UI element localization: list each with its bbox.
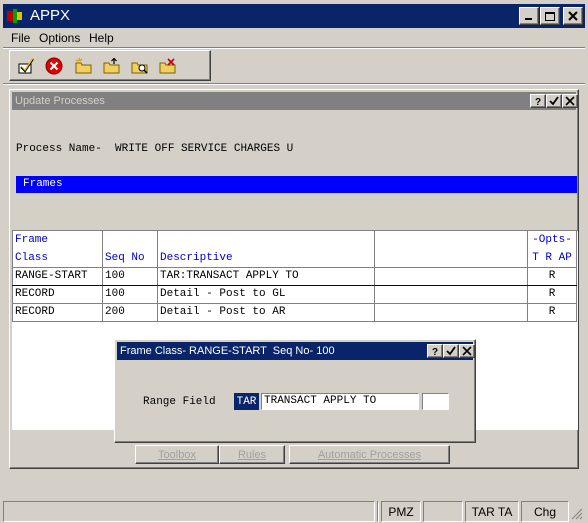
cell-frame-class[interactable]: RECORD [12,284,103,304]
status-cell-message [3,501,375,522]
range-field-description[interactable]: TRANSACT APPLY TO [261,393,419,410]
frames-table: Frame -Opts- Class Seq No Descriptive T … [12,231,577,322]
header-class: Class [12,249,103,268]
check-icon [549,96,559,106]
close-icon [568,11,578,21]
frames-section-bar: Frames [16,176,577,193]
cell-descriptive[interactable]: TAR:TRANSACT APPLY TO [157,266,375,286]
dialog-close-button[interactable] [459,344,475,358]
inner-title-bar[interactable]: Update Processes ? [12,92,578,110]
question-icon: ? [432,347,438,356]
maximize-button[interactable] [540,7,560,25]
status-cell-field: TAR TA [465,501,519,522]
header-descriptive: Descriptive [157,249,375,268]
appx-logo-icon [6,7,24,25]
toolbar-divider [3,47,585,49]
inner-window-title: Update Processes [15,95,105,107]
cell-opts[interactable]: R [527,266,577,286]
dialog-title-bar[interactable]: Frame Class- RANGE-START Seq No- 100 ? [117,342,475,360]
header-extra [374,249,528,268]
toolbar-bottom-divider [3,83,585,85]
range-field-extra-input[interactable] [422,393,449,410]
frame-class-dialog: Frame Class- RANGE-START Seq No- 100 ? R… [114,339,476,443]
close-icon [462,346,472,356]
maximize-icon [545,12,555,21]
help-button[interactable]: ? [530,94,546,108]
cell-descriptive[interactable]: Detail - Post to GL [157,284,375,304]
header-opts: -Opts- [527,231,577,249]
cell-opts[interactable]: R [527,302,577,322]
cell-opts[interactable]: R [527,284,577,304]
folder-search-icon[interactable] [130,56,150,76]
status-cell-action: Chg [521,501,569,522]
appx-window: APPX File Options Help Update Processes … [0,0,588,523]
ok-check-icon[interactable] [16,56,36,76]
cancel-icon[interactable] [44,56,64,76]
status-cell-mode: PMZ [381,501,421,522]
process-name-label: Process Name- [16,143,102,155]
cell-descriptive[interactable]: Detail - Post to AR [157,302,375,322]
dialog-help-button[interactable]: ? [427,344,443,358]
close-icon [565,96,575,106]
dialog-ok-button[interactable] [443,344,459,358]
cell-seq-no[interactable]: 200 [102,302,158,322]
header-extra-top [374,231,528,249]
cell-extra[interactable] [374,284,528,304]
cell-seq-no[interactable]: 100 [102,266,158,286]
question-icon: ? [535,97,541,106]
cell-frame-class[interactable]: RANGE-START [12,266,103,286]
range-field-label: Range Field [143,396,216,408]
dialog-title: Frame Class- RANGE-START Seq No- 100 [120,345,335,357]
window-title: APPX [30,7,71,24]
table-row[interactable]: RANGE-START 100 TAR:TRANSACT APPLY TO R [12,266,577,286]
menu-file[interactable]: File [11,31,30,45]
folder-up-icon[interactable] [102,56,122,76]
status-cell-empty [423,501,463,522]
automatic-processes-button[interactable]: Automatic Processes [289,445,450,464]
header-seq-no: Seq No [102,249,158,268]
toolbox-button[interactable]: Toolbox [135,445,219,464]
resize-grip-icon[interactable] [571,508,583,520]
range-field-code-input[interactable]: TAR [234,393,259,410]
rules-button[interactable]: Rules [219,445,285,464]
check-icon [446,346,456,356]
status-cell-blank [377,501,379,522]
ok-button[interactable] [546,94,562,108]
process-name-row: Process Name- WRITE OFF SERVICE CHARGES … [16,143,293,155]
title-bar[interactable]: APPX [3,4,585,28]
frames-label: Frames [23,178,63,190]
header-opts-sub: T R AP [527,249,577,268]
header-desc-top [157,231,375,249]
header-seq-top [102,231,158,249]
minimize-button[interactable] [519,7,539,25]
process-name-value: WRITE OFF SERVICE CHARGES U [115,143,294,155]
folder-delete-icon[interactable] [158,56,178,76]
table-row[interactable]: RECORD 100 Detail - Post to GL R [12,284,577,304]
menu-help[interactable]: Help [89,31,114,45]
table-row[interactable]: RECORD 200 Detail - Post to AR R [12,302,577,322]
svg-text:?: ? [535,97,541,106]
cell-extra[interactable] [374,266,528,286]
header-frame-class: Frame [12,231,103,249]
inner-close-button[interactable] [562,94,578,108]
folder-new-icon[interactable] [74,56,94,76]
cell-extra[interactable] [374,302,528,322]
cell-seq-no[interactable]: 100 [102,284,158,304]
svg-text:?: ? [432,347,438,356]
status-bar: PMZ TAR TA Chg [3,501,585,522]
close-button[interactable] [563,7,583,25]
menu-bar: File Options Help [3,29,585,47]
menu-options[interactable]: Options [39,31,80,45]
minimize-icon [525,18,532,20]
toolbar [9,50,211,81]
cell-frame-class[interactable]: RECORD [12,302,103,322]
